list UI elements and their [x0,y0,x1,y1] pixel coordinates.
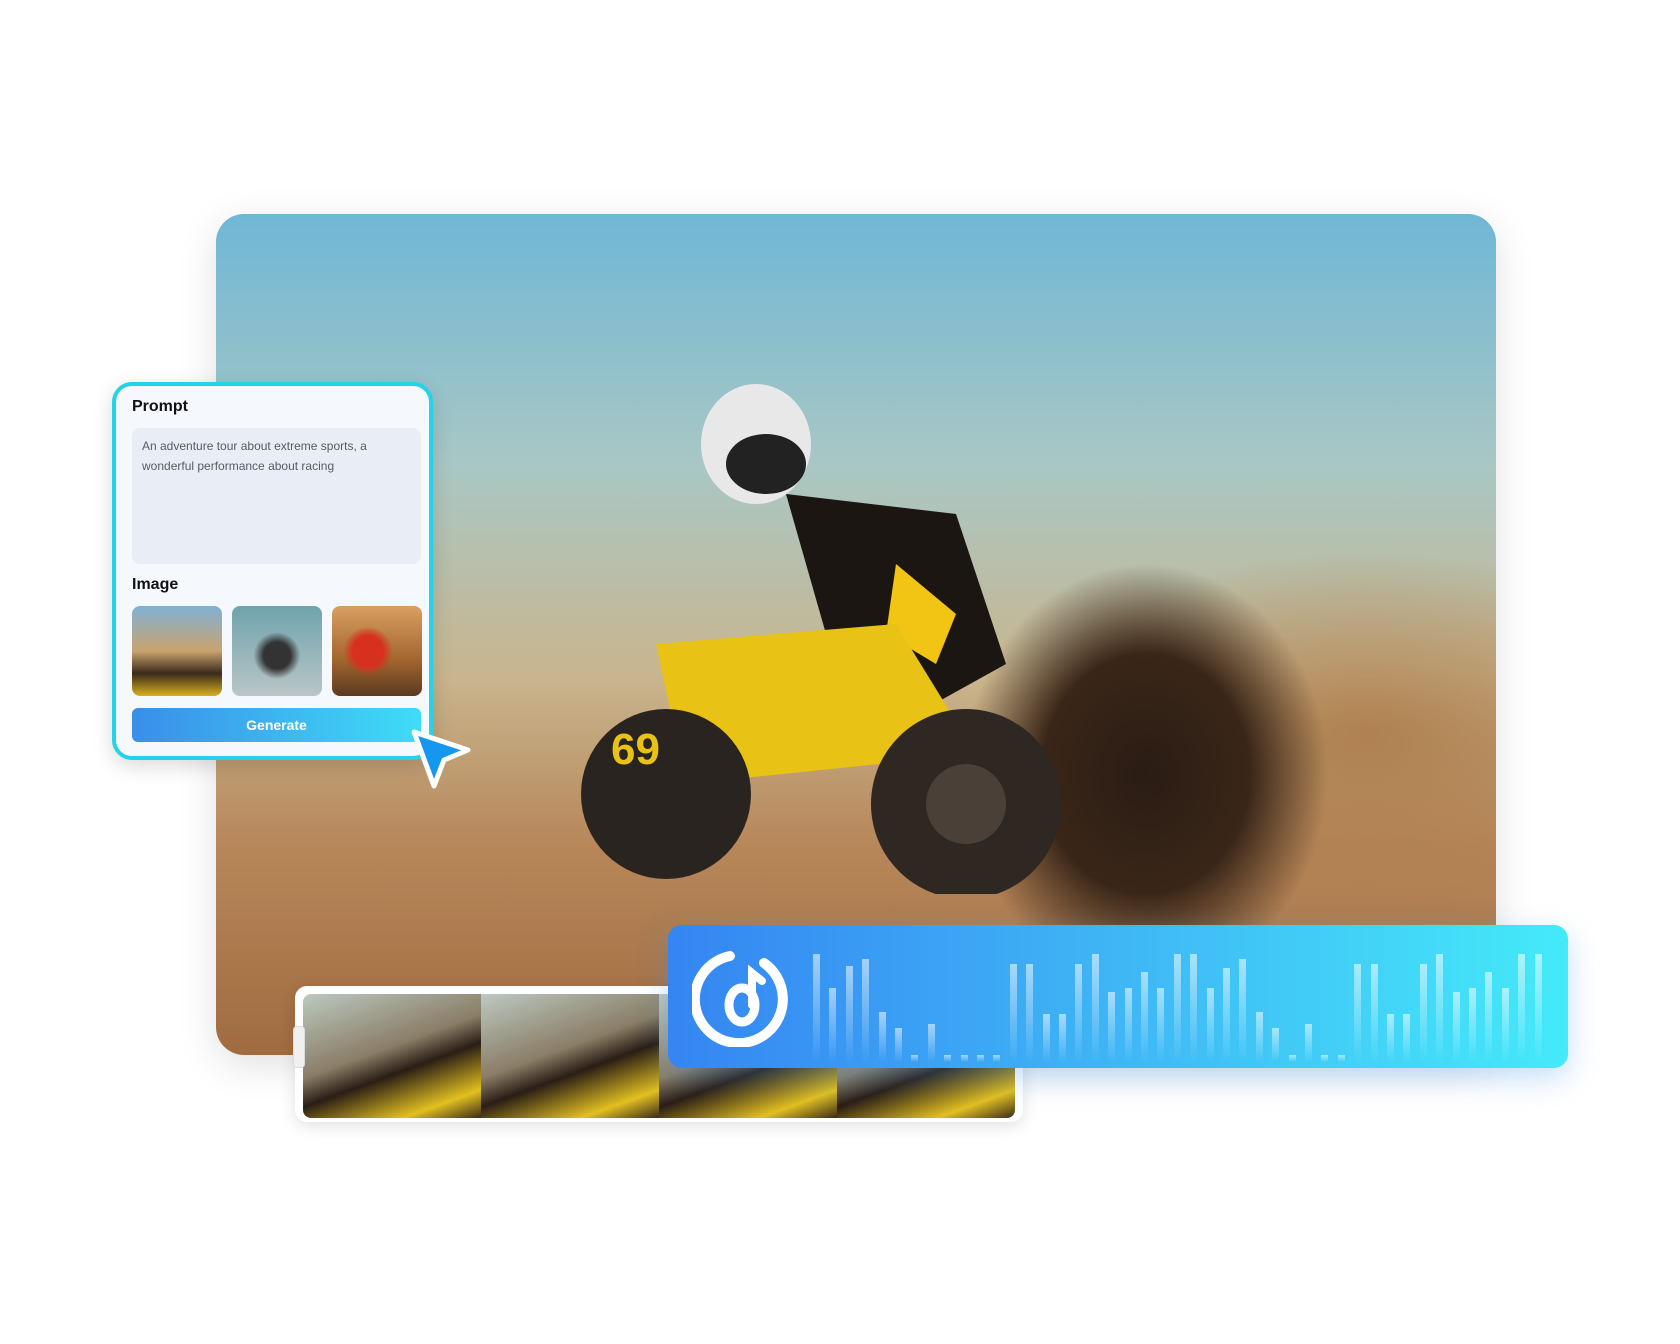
waveform-bar [845,966,853,1062]
waveform-bar [1059,1014,1066,1062]
film-frame [481,994,659,1118]
waveform-bar [1321,1054,1329,1062]
waveform-bar [911,1054,919,1062]
waveform-bar [1305,1023,1312,1062]
image-label: Image [132,576,179,593]
waveform-bar [1223,968,1230,1062]
image-thumb-motocross[interactable] [332,606,422,696]
waveform-bar [895,1028,902,1062]
waveform-bar [1141,972,1148,1062]
waveform-bar [1255,1011,1263,1062]
waveform-bar [1091,954,1099,1062]
waveform-bar [1206,987,1214,1062]
waveform-bar [927,1023,935,1062]
waveform-bar [1190,954,1198,1062]
prompt-panel: Prompt An adventure tour about extreme s… [112,382,433,760]
waveform-bar [829,987,837,1062]
waveform-bar [1370,963,1378,1062]
waveform-bar [1501,987,1509,1062]
music-note-icon [692,951,788,1047]
waveform-bar [1419,963,1427,1062]
waveform-bar [1173,954,1181,1062]
waveform-bar [862,958,870,1062]
waveform-bar [1337,1054,1345,1062]
waveform-bar [1534,954,1542,1062]
generate-button[interactable]: Generate [132,708,421,742]
audio-track[interactable] [668,925,1568,1068]
waveform-bar [960,1054,968,1062]
waveform-bar [1469,987,1476,1062]
waveform-bar [1452,992,1460,1062]
waveform-bar [993,1054,1001,1062]
waveform-bar [1124,987,1132,1062]
prompt-label: Prompt [132,398,188,415]
waveform-bar [977,1054,984,1062]
waveform-bar [1436,954,1444,1062]
waveform-bar [1387,1014,1394,1062]
atv-rider-image: 69 [581,384,1061,894]
audio-waveform [813,939,1558,1062]
waveform-bar [1354,963,1362,1062]
waveform-bar [1009,963,1017,1062]
waveform-bar [1518,954,1526,1062]
waveform-bar [1272,1028,1280,1062]
svg-text:69: 69 [611,725,660,774]
waveform-bar [1239,958,1247,1062]
waveform-bar [813,954,820,1062]
waveform-bar [1108,992,1116,1062]
prompt-input[interactable]: An adventure tour about extreme sports, … [132,428,421,564]
waveform-bar [1042,1014,1050,1062]
image-thumb-atv[interactable] [132,606,222,696]
pointer-cursor-icon [411,729,471,789]
waveform-bar [878,1011,886,1062]
trim-handle[interactable] [293,1026,305,1068]
waveform-bar [1157,987,1165,1062]
waveform-bar [944,1054,952,1062]
waveform-bar [1485,972,1493,1062]
waveform-bar [1026,963,1034,1062]
film-frame [303,994,481,1118]
waveform-bar [1288,1054,1296,1062]
waveform-bar [1075,963,1083,1062]
waveform-bar [1403,1014,1411,1062]
image-thumb-dirtbike[interactable] [232,606,322,696]
